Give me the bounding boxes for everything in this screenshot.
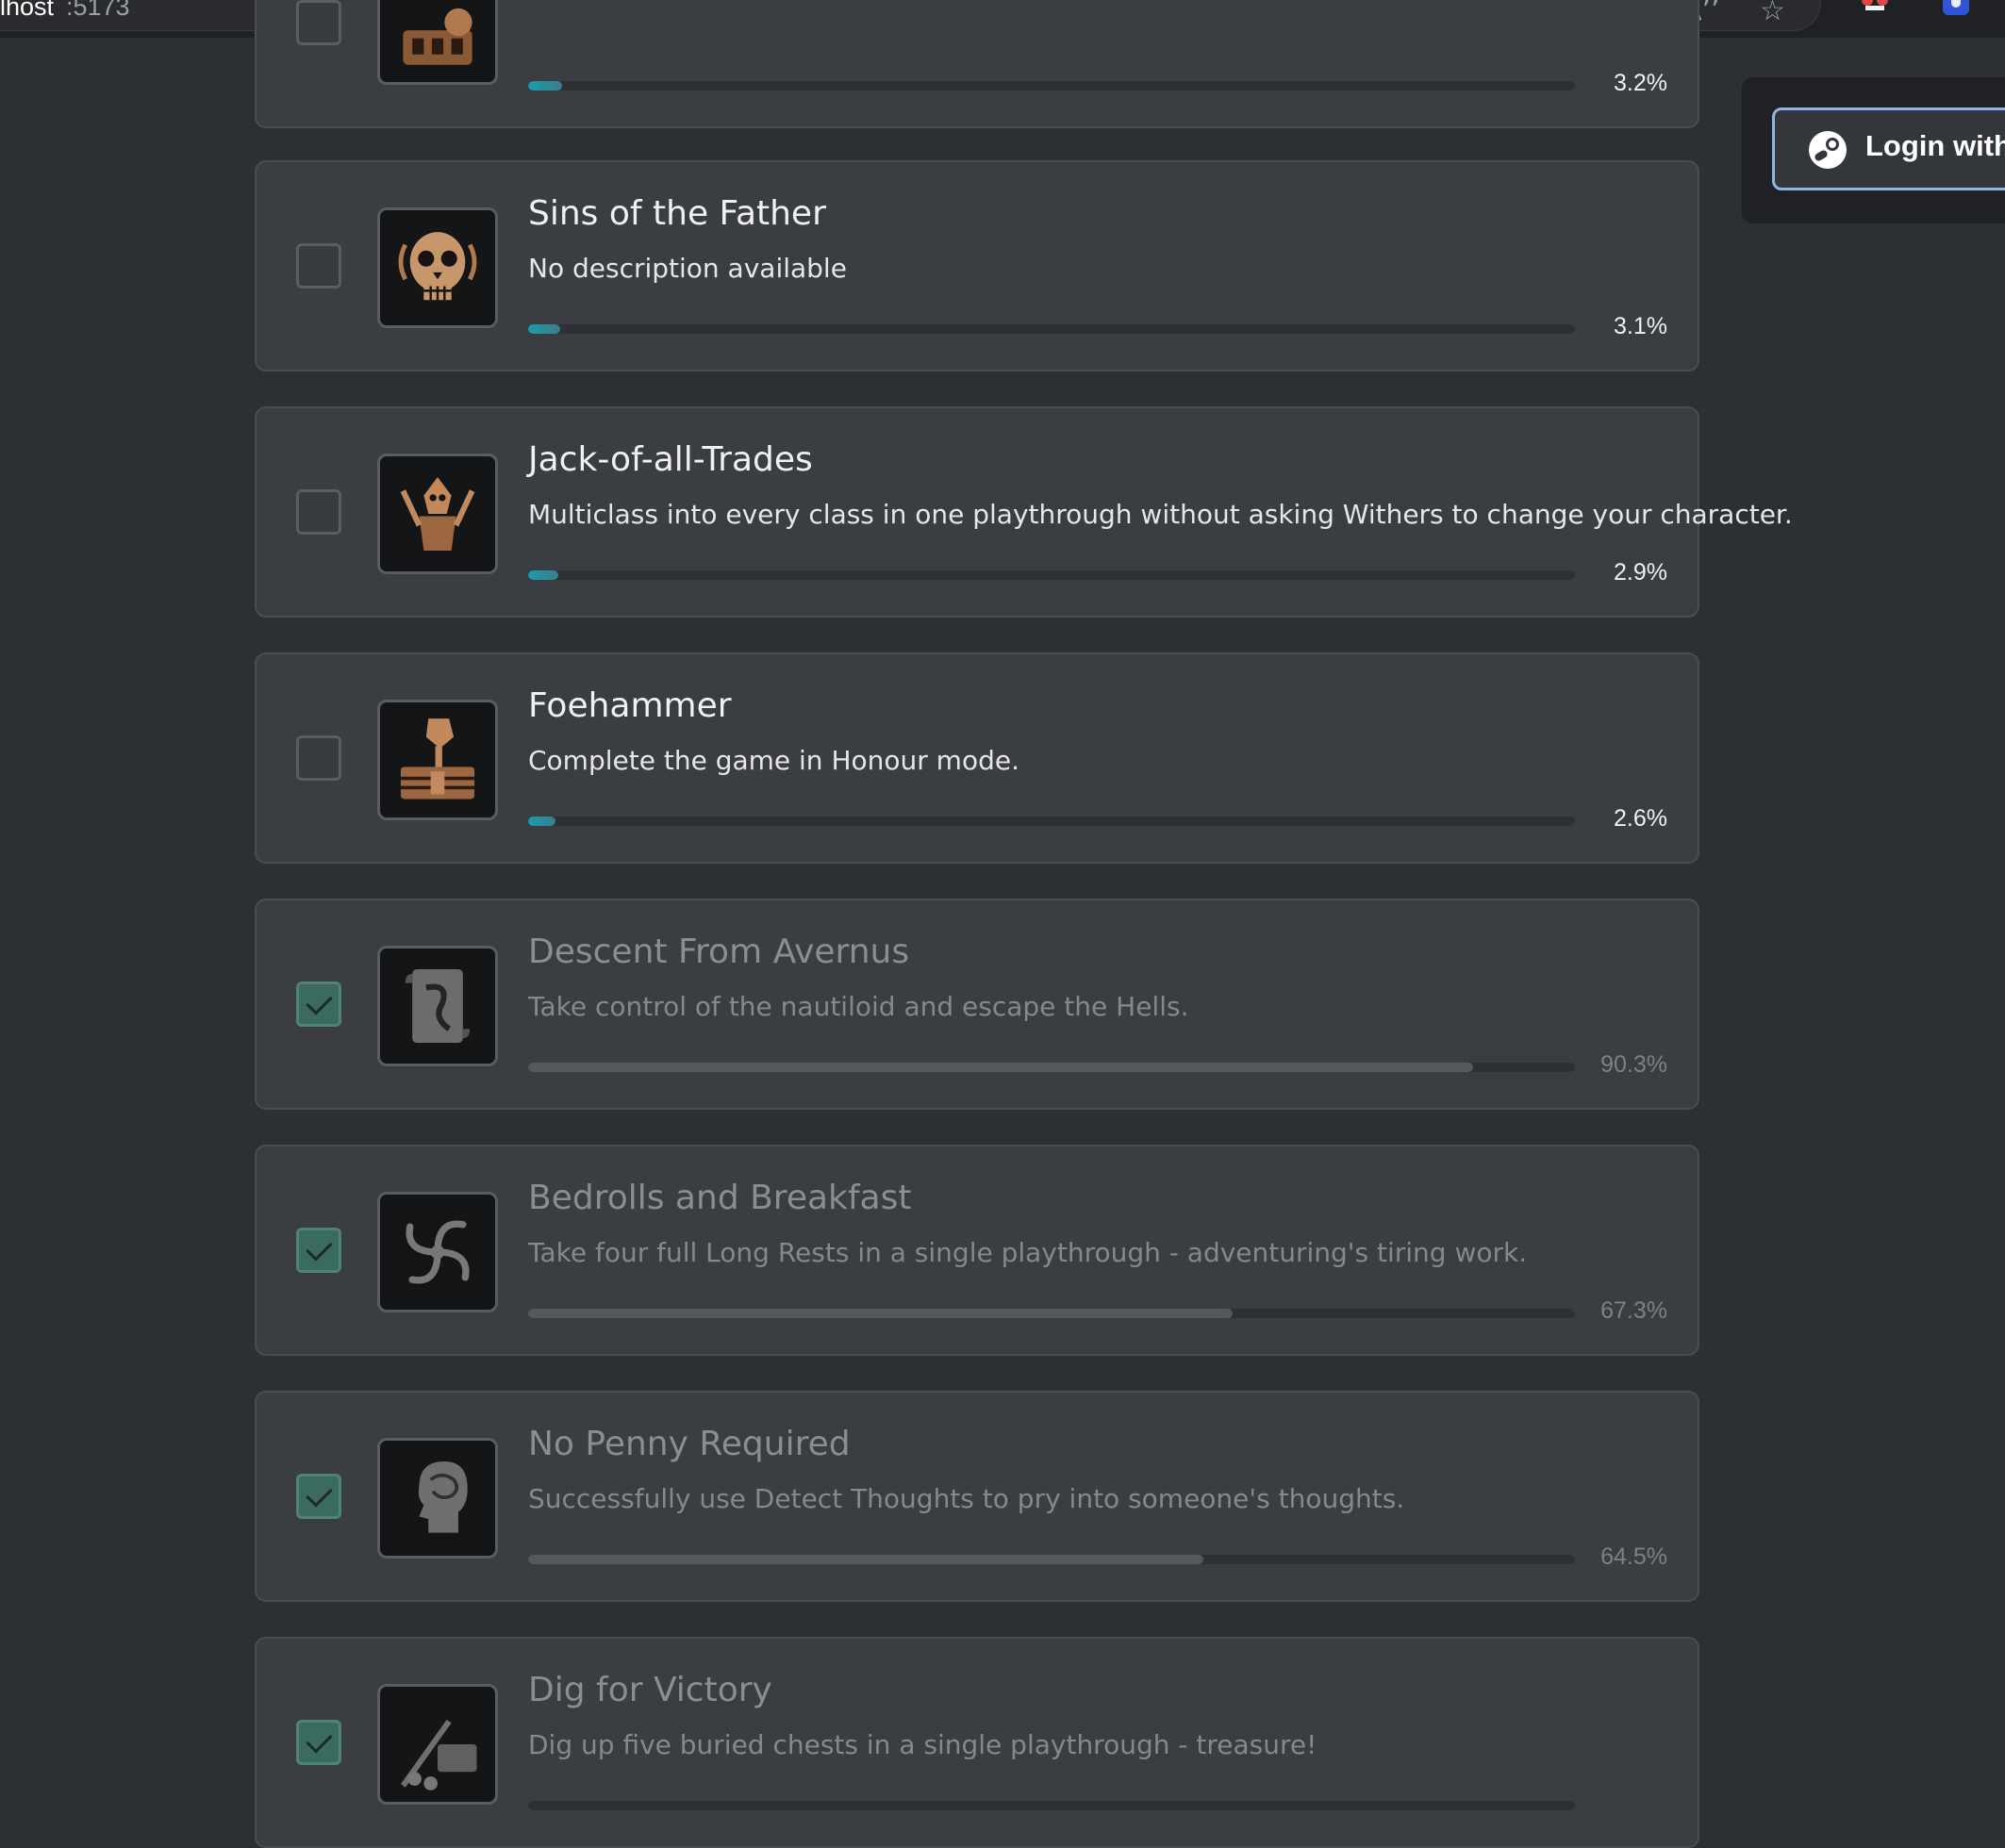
achievement-description: Successfully use Detect Thoughts to pry …: [528, 1483, 1405, 1514]
steam-login-button[interactable]: Login with: [1772, 107, 2005, 190]
achievement-percent: 2.9%: [1614, 559, 1667, 586]
achievement-card: Jack-of-all-Trades Multiclass into every…: [255, 406, 1793, 618]
achievement-checkbox[interactable]: [296, 735, 341, 781]
achievement-percent: 3.1%: [1614, 313, 1667, 339]
achievement-title: Dig for Victory: [528, 1671, 772, 1709]
url-port: :5173: [66, 0, 130, 21]
achievement-checkbox[interactable]: [296, 982, 341, 1027]
checkmark-icon: [306, 1480, 333, 1508]
progress-fill: [528, 1309, 1234, 1318]
achievement-percent: 3.2%: [1614, 70, 1667, 96]
progress-fill: [528, 570, 559, 580]
progress-bar: [528, 817, 1575, 826]
achievement-card: Dig for Victory Dig up five buried chest…: [255, 1637, 1699, 1848]
bitwarden-extension-icon[interactable]: [1943, 0, 1969, 15]
achievement-card: 3.2%: [255, 0, 1699, 128]
achievement-title: Foehammer: [528, 686, 732, 725]
achievement-checkbox[interactable]: [296, 1474, 341, 1519]
progress-fill: [528, 817, 555, 826]
extension-icon[interactable]: [1860, 0, 1890, 11]
achievement-title: Bedrolls and Breakfast: [528, 1179, 912, 1217]
achievement-card: Bedrolls and Breakfast Take four full Lo…: [255, 1145, 1699, 1356]
achievement-title: Sins of the Father: [528, 194, 826, 233]
achievement-checkbox[interactable]: [296, 489, 341, 535]
checkmark-icon: [306, 1726, 333, 1754]
achievement-description: Complete the game in Honour mode.: [528, 745, 1019, 776]
achievement-card: Foehammer Complete the game in Honour mo…: [255, 652, 1699, 864]
progress-fill: [528, 81, 562, 91]
checkmark-icon: [306, 1234, 333, 1262]
achievement-checkbox[interactable]: [296, 0, 341, 45]
achievement-description: Dig up five buried chests in a single pl…: [528, 1729, 1317, 1760]
achievement-description: Take four full Long Rests in a single pl…: [528, 1237, 1528, 1268]
achievement-description: No description available: [528, 253, 847, 284]
login-panel: Login with: [1742, 77, 2005, 223]
chest-figure-icon: [377, 0, 498, 85]
skull-icon: [377, 207, 498, 328]
progress-fill: [528, 1063, 1474, 1072]
hammer-chest-icon: [377, 700, 498, 820]
progress-bar: [528, 1063, 1575, 1072]
login-label: Login with: [1865, 129, 2005, 162]
swirl-icon: [377, 1192, 498, 1312]
achievement-card: No Penny Required Successfully use Detec…: [255, 1391, 1699, 1602]
achievement-percent: 2.6%: [1614, 805, 1667, 832]
shovel-treasure-icon: [377, 1684, 498, 1805]
achievement-checkbox[interactable]: [296, 1720, 341, 1765]
progress-bar: [528, 81, 1575, 91]
progress-fill: [528, 324, 561, 334]
warrior-icon: [377, 454, 498, 574]
achievement-percent: 67.3%: [1600, 1297, 1667, 1324]
progress-bar: [528, 1309, 1575, 1318]
head-brain-icon: [377, 1438, 498, 1559]
progress-bar: [528, 570, 1575, 580]
achievement-checkbox[interactable]: [296, 243, 341, 289]
achievement-description: Take control of the nautiloid and escape…: [528, 991, 1189, 1022]
steam-icon: [1809, 131, 1847, 169]
progress-fill: [528, 1555, 1203, 1564]
achievement-title: No Penny Required: [528, 1425, 851, 1463]
achievement-title: Jack-of-all-Trades: [528, 440, 813, 479]
achievement-card: Sins of the Father No description availa…: [255, 160, 1699, 371]
checkmark-icon: [306, 988, 333, 1015]
favorite-star-icon[interactable]: ☆: [1760, 0, 1785, 27]
progress-bar: [528, 324, 1575, 334]
achievement-percent: 64.5%: [1600, 1543, 1667, 1570]
achievement-checkbox[interactable]: [296, 1228, 341, 1273]
scroll-icon: [377, 946, 498, 1066]
url-host: lhost: [0, 0, 55, 21]
progress-bar: [528, 1801, 1575, 1810]
achievement-title: Descent From Avernus: [528, 932, 910, 971]
progress-bar: [528, 1555, 1575, 1564]
achievement-percent: 90.3%: [1600, 1051, 1667, 1078]
achievement-card: Descent From Avernus Take control of the…: [255, 899, 1699, 1110]
achievement-description: Multiclass into every class in one playt…: [528, 499, 1793, 530]
